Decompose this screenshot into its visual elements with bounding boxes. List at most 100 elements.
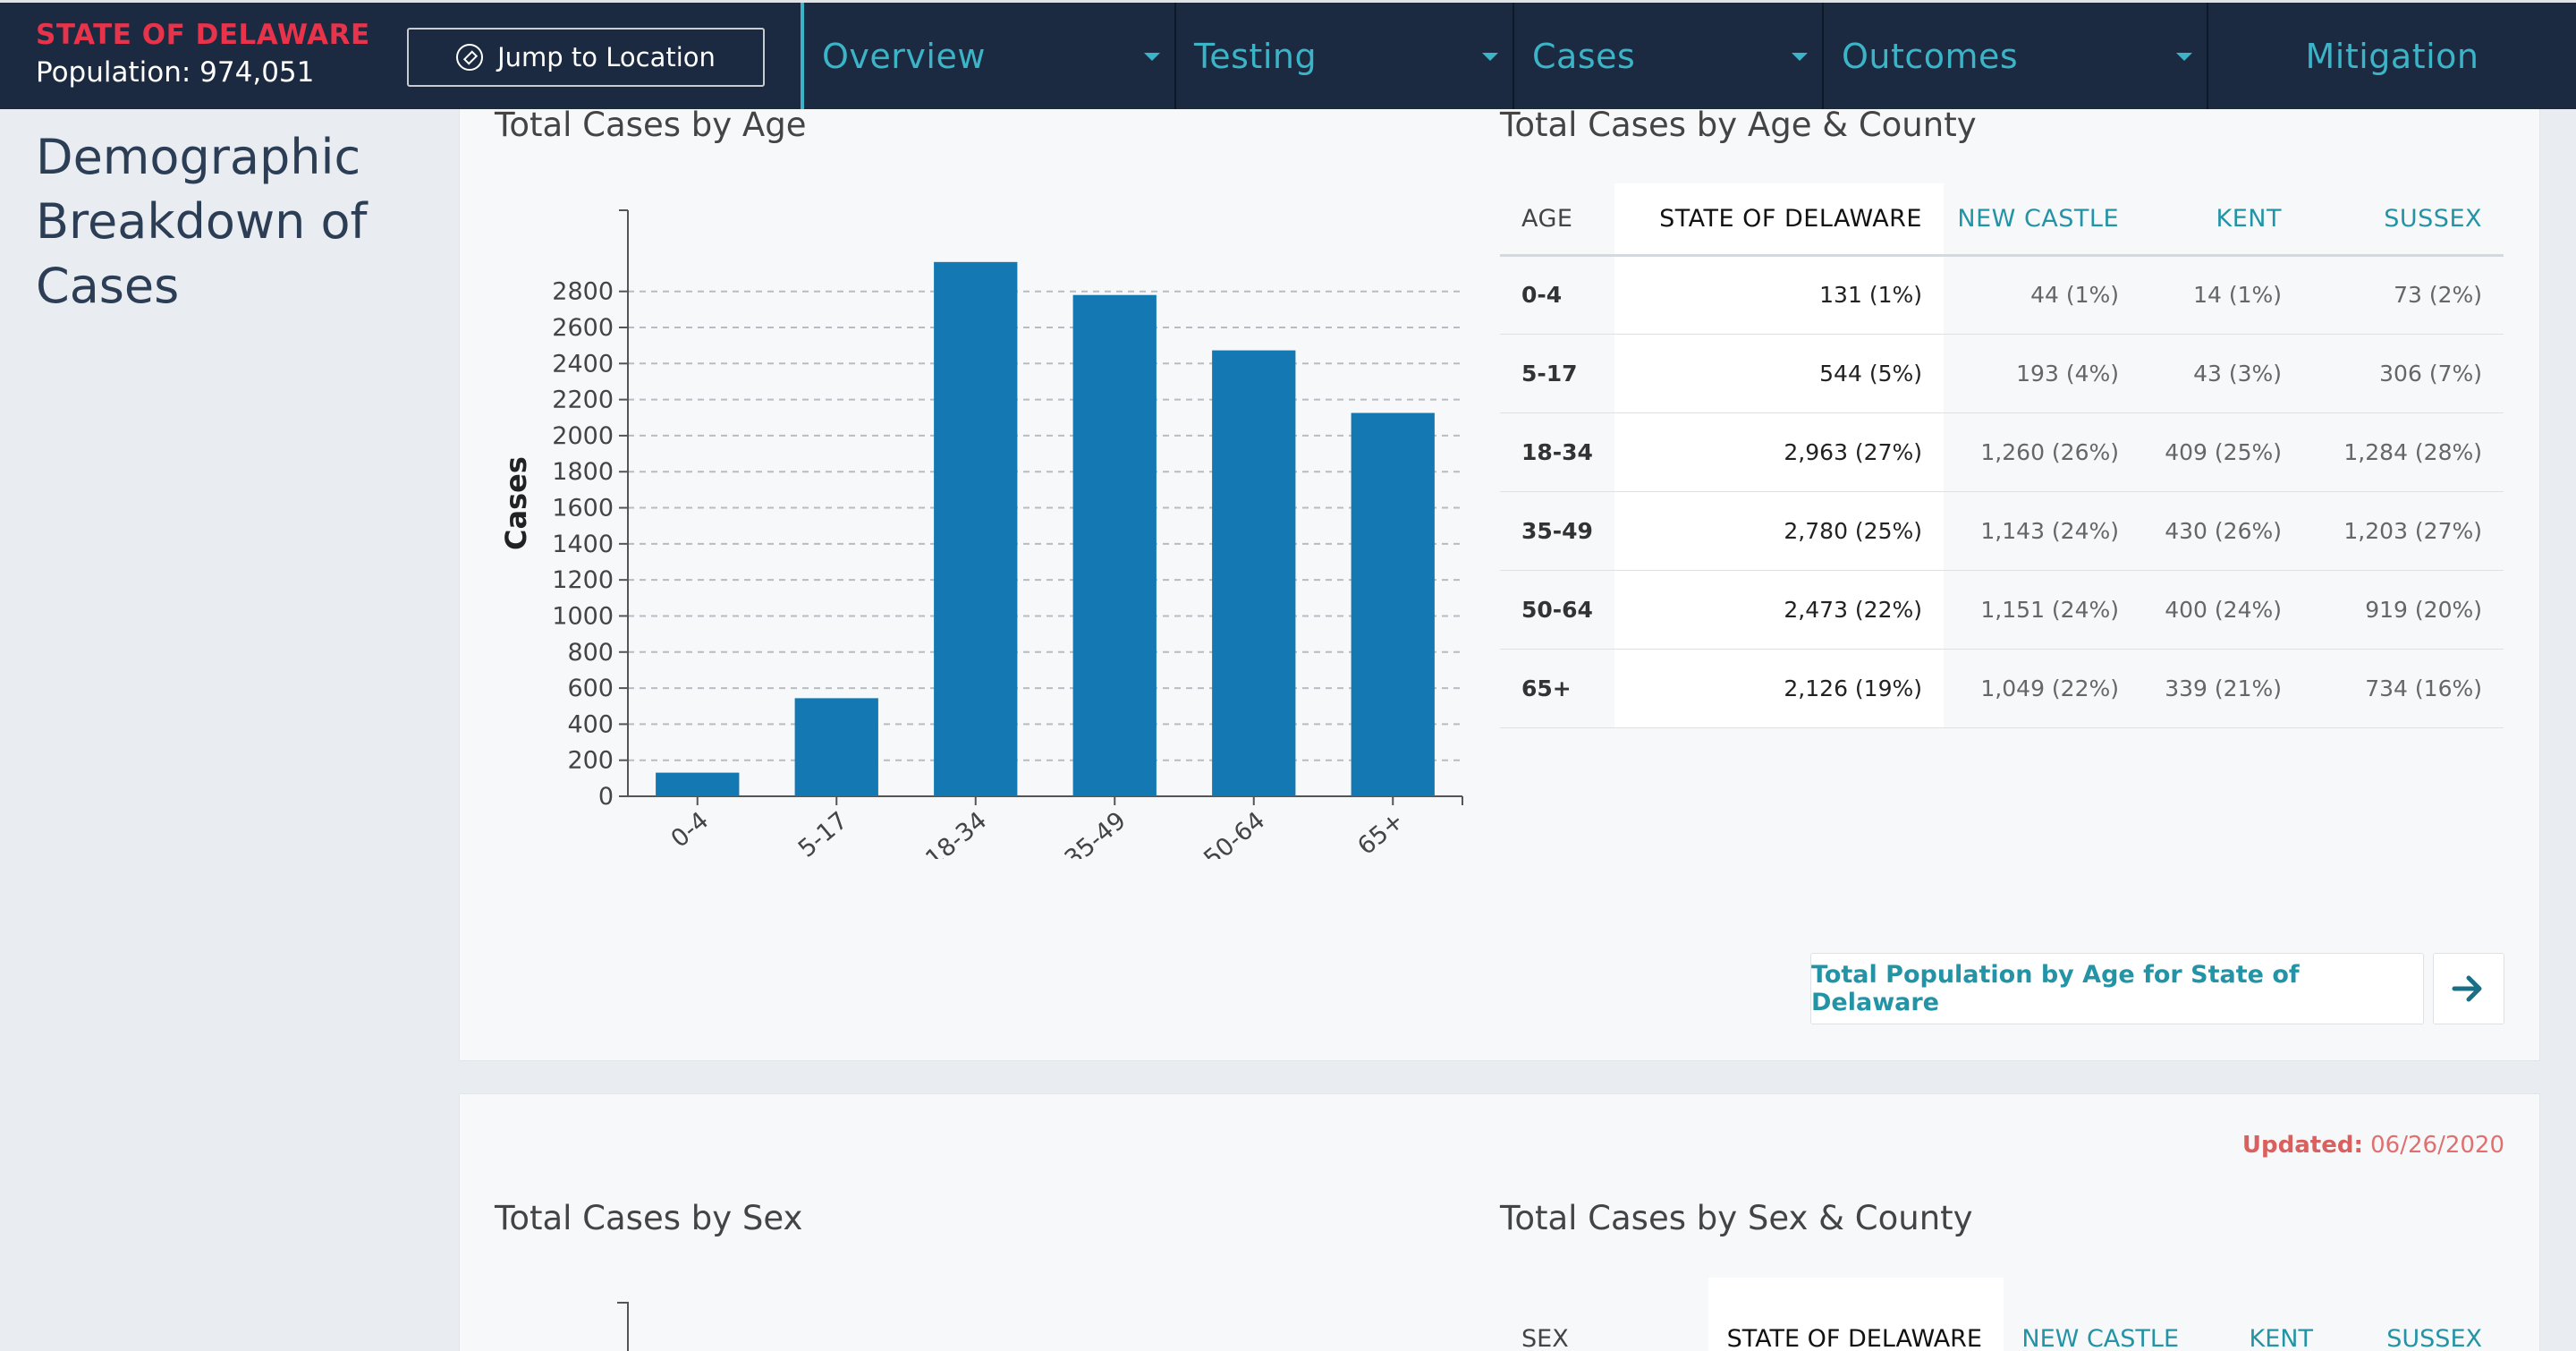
y-tick-label: 2000 bbox=[552, 422, 614, 450]
location-info: STATE OF DELAWARE Population: 974,051 bbox=[36, 19, 370, 89]
column-header-new-castle[interactable]: NEW CASTLE bbox=[1944, 183, 2140, 257]
column-header-sex[interactable]: SEX bbox=[1500, 1278, 1708, 1351]
cell-new-castle: 1,049 (22%) bbox=[1944, 649, 2140, 728]
nav-overview[interactable]: Overview bbox=[801, 3, 1174, 109]
arrow-right-icon bbox=[2452, 975, 2482, 1002]
cell-sussex: 73 (2%) bbox=[2303, 255, 2504, 335]
cell-state: 544 (5%) bbox=[1614, 334, 1944, 413]
x-tick-label: 18-34 bbox=[920, 807, 992, 859]
cell-new-castle: 1,151 (24%) bbox=[1944, 570, 2140, 650]
cell-kent: 409 (25%) bbox=[2140, 412, 2303, 492]
cases-by-age-chart-svg: 0 200 400 600 800 1000 1200 1400 1600 1800 2000 220… bbox=[499, 209, 1463, 859]
column-header-new-castle[interactable]: NEW CASTLE bbox=[2004, 1278, 2200, 1351]
y-tick-label: 2600 bbox=[552, 314, 614, 342]
nav-mitigation[interactable]: Mitigation bbox=[2207, 3, 2576, 109]
cell-age: 50-64 bbox=[1500, 570, 1614, 650]
nav-outcomes-label: Outcomes bbox=[1842, 36, 2019, 76]
bar bbox=[656, 772, 740, 796]
cell-kent: 430 (26%) bbox=[2140, 491, 2303, 571]
cell-age: 5-17 bbox=[1500, 334, 1614, 413]
updated-date: 06/26/2020 bbox=[2370, 1132, 2504, 1159]
jump-to-location-button[interactable]: Jump to Location bbox=[407, 28, 765, 87]
updated-timestamp: Updated: 06/26/2020 bbox=[2242, 1132, 2504, 1159]
cell-sussex: 1,203 (27%) bbox=[2303, 491, 2504, 571]
nav-testing-label: Testing bbox=[1194, 36, 1318, 76]
nav-testing[interactable]: Testing bbox=[1174, 3, 1513, 109]
y-tick-label: 0 bbox=[598, 783, 614, 811]
cell-kent: 14 (1%) bbox=[2140, 255, 2303, 335]
y-tick-label: 2400 bbox=[552, 350, 614, 378]
arrow-right-button[interactable] bbox=[2433, 953, 2504, 1024]
top-navigation-bar: STATE OF DELAWARE Population: 974,051 Ju… bbox=[0, 0, 2576, 109]
population-count: Population: 974,051 bbox=[36, 56, 315, 89]
x-tick-label: 65+ bbox=[1352, 807, 1410, 859]
cell-state: 2,473 (22%) bbox=[1614, 570, 1944, 650]
y-tick-label: 400 bbox=[567, 710, 614, 738]
sex-chart-title: Total Cases by Sex bbox=[495, 1199, 803, 1237]
nav-cases[interactable]: Cases bbox=[1513, 3, 1822, 109]
sex-chart-axis bbox=[617, 1302, 629, 1351]
column-header-age[interactable]: AGE bbox=[1500, 183, 1614, 257]
nav-overview-label: Overview bbox=[822, 36, 986, 76]
updated-label: Updated: bbox=[2241, 1132, 2363, 1159]
cell-state: 2,963 (27%) bbox=[1614, 412, 1944, 492]
cell-sussex: 306 (7%) bbox=[2303, 334, 2504, 413]
cell-age: 0-4 bbox=[1500, 255, 1614, 335]
table-row: 5-17 544 (5%) 193 (4%) 43 (3%) 306 (7%) bbox=[1500, 334, 2504, 413]
column-header-sussex[interactable]: SUSSEX bbox=[2303, 183, 2504, 257]
y-tick-label: 600 bbox=[567, 675, 614, 702]
page-title: Demographic Breakdown of Cases bbox=[36, 129, 368, 314]
cell-state: 2,780 (25%) bbox=[1614, 491, 1944, 571]
age-county-table: AGE STATE OF DELAWARE NEW CASTLE KENT SU… bbox=[1500, 183, 2504, 728]
cell-new-castle: 193 (4%) bbox=[1944, 334, 2140, 413]
x-tick-label: 5-17 bbox=[793, 807, 853, 859]
age-table-title: Total Cases by Age & County bbox=[1500, 106, 1977, 144]
cell-state: 2,126 (19%) bbox=[1614, 649, 1944, 728]
x-tick-label: 35-49 bbox=[1060, 807, 1131, 859]
column-header-kent[interactable]: KENT bbox=[2140, 183, 2303, 257]
cell-new-castle: 44 (1%) bbox=[1944, 255, 2140, 335]
cell-new-castle: 1,260 (26%) bbox=[1944, 412, 2140, 492]
y-tick-label: 1600 bbox=[552, 495, 614, 523]
y-tick-label: 200 bbox=[567, 747, 614, 775]
y-tick-label: 2800 bbox=[552, 278, 614, 306]
cell-kent: 339 (21%) bbox=[2140, 649, 2303, 728]
cell-sussex: 1,284 (28%) bbox=[2303, 412, 2504, 492]
column-header-state[interactable]: STATE OF DELAWARE bbox=[1614, 183, 1944, 257]
cell-kent: 400 (24%) bbox=[2140, 570, 2303, 650]
x-tick-label: 0-4 bbox=[666, 807, 715, 854]
bar bbox=[794, 698, 878, 796]
cell-age: 18-34 bbox=[1500, 412, 1614, 492]
cell-sussex: 734 (16%) bbox=[2303, 649, 2504, 728]
bar bbox=[934, 261, 1018, 796]
cases-by-age-chart: 0 200 400 600 800 1000 1200 1400 1600 1800 2000 220… bbox=[492, 197, 1476, 859]
cell-sussex: 919 (20%) bbox=[2303, 570, 2504, 650]
nav-outcomes[interactable]: Outcomes bbox=[1822, 3, 2207, 109]
bar bbox=[1212, 350, 1296, 796]
y-tick-label: 1000 bbox=[552, 602, 614, 630]
table-row: 35-49 2,780 (25%) 1,143 (24%) 430 (26%) 1,20… bbox=[1500, 491, 2504, 571]
bar bbox=[1072, 294, 1157, 796]
sex-county-table: SEX STATE OF DELAWARE NEW CASTLE KENT SU… bbox=[1500, 1278, 2504, 1351]
y-tick-label: 1200 bbox=[552, 566, 614, 594]
cell-age: 65+ bbox=[1500, 649, 1614, 728]
column-header-kent[interactable]: KENT bbox=[2200, 1278, 2334, 1351]
column-header-sussex[interactable]: SUSSEX bbox=[2334, 1278, 2504, 1351]
x-tick-label: 50-64 bbox=[1199, 807, 1270, 859]
y-tick-label: 1400 bbox=[552, 531, 614, 558]
cell-new-castle: 1,143 (24%) bbox=[1944, 491, 2140, 571]
cell-state: 131 (1%) bbox=[1614, 255, 1944, 335]
nav-mitigation-label: Mitigation bbox=[2305, 36, 2479, 76]
total-population-by-age-link[interactable]: Total Population by Age for State of Del… bbox=[1810, 953, 2424, 1024]
cell-kent: 43 (3%) bbox=[2140, 334, 2303, 413]
table-row: 65+ 2,126 (19%) 1,049 (22%) 339 (21%) 734 (1… bbox=[1500, 649, 2504, 728]
table-row: 50-64 2,473 (22%) 1,151 (24%) 400 (24%) 919 … bbox=[1500, 570, 2504, 650]
nav-cases-label: Cases bbox=[1532, 36, 1636, 76]
y-tick-label: 1800 bbox=[552, 458, 614, 486]
chevron-down-icon bbox=[1792, 53, 1808, 61]
sex-table-title: Total Cases by Sex & County bbox=[1500, 1199, 1973, 1237]
cell-age: 35-49 bbox=[1500, 491, 1614, 571]
table-header-row: SEX STATE OF DELAWARE NEW CASTLE KENT SU… bbox=[1500, 1278, 2504, 1351]
table-row: 18-34 2,963 (27%) 1,260 (26%) 409 (25%) 1,28… bbox=[1500, 412, 2504, 492]
column-header-state[interactable]: STATE OF DELAWARE bbox=[1708, 1278, 2004, 1351]
